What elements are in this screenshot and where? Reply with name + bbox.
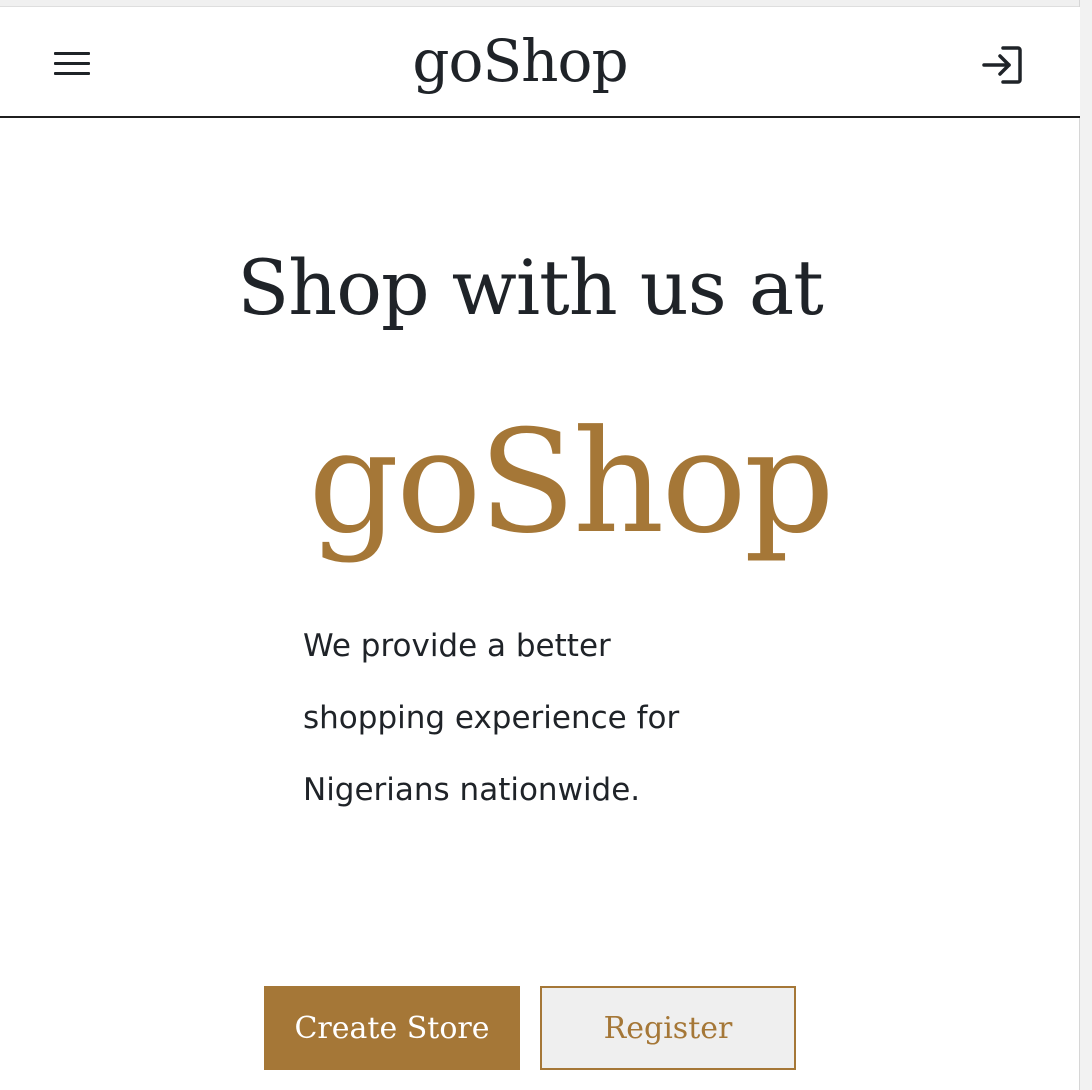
- login-button[interactable]: [972, 37, 1032, 93]
- browser-top-edge: [0, 0, 1080, 7]
- register-button[interactable]: Register: [540, 986, 796, 1070]
- brand-logo[interactable]: goShop: [0, 21, 1040, 101]
- hero-brand: goShop: [308, 400, 835, 565]
- hero-title: Shop with us at: [237, 243, 824, 332]
- sign-in-icon: [982, 46, 1022, 84]
- hero-tagline: We provide a better shopping experience …: [303, 628, 680, 808]
- navbar: goShop: [0, 7, 1080, 118]
- create-store-button[interactable]: Create Store: [264, 986, 520, 1070]
- page: goShop Shop with us at goShop We provide…: [0, 0, 1092, 1090]
